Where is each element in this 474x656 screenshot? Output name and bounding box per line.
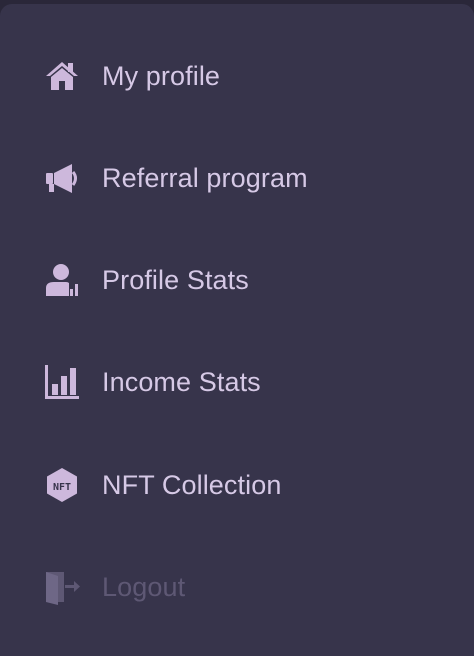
menu-item-logout[interactable]: Logout <box>0 557 474 617</box>
menu-item-label: Referral program <box>102 162 308 193</box>
nft-badge-icon: NFT <box>44 467 80 503</box>
menu-item-my-profile[interactable]: My profile <box>0 46 474 106</box>
svg-text:NFT: NFT <box>53 482 71 493</box>
menu-item-profile-stats[interactable]: Profile Stats <box>0 250 474 310</box>
menu-item-nft-collection[interactable]: NFT NFT Collection <box>0 455 474 515</box>
bar-chart-icon <box>44 364 80 400</box>
menu-item-income-stats[interactable]: Income Stats <box>0 352 474 412</box>
logout-door-icon <box>44 569 80 605</box>
menu-item-referral-program[interactable]: Referral program <box>0 148 474 208</box>
menu-item-label: Profile Stats <box>102 264 249 295</box>
user-stats-icon <box>44 262 80 298</box>
side-menu: My profile Referral program Profile Stat… <box>0 4 474 656</box>
megaphone-icon <box>44 160 80 196</box>
menu-item-label: NFT Collection <box>102 469 282 500</box>
menu-item-label: Income Stats <box>102 366 261 397</box>
menu-item-label: Logout <box>102 571 186 602</box>
home-icon <box>44 58 80 94</box>
menu-item-label: My profile <box>102 60 221 91</box>
